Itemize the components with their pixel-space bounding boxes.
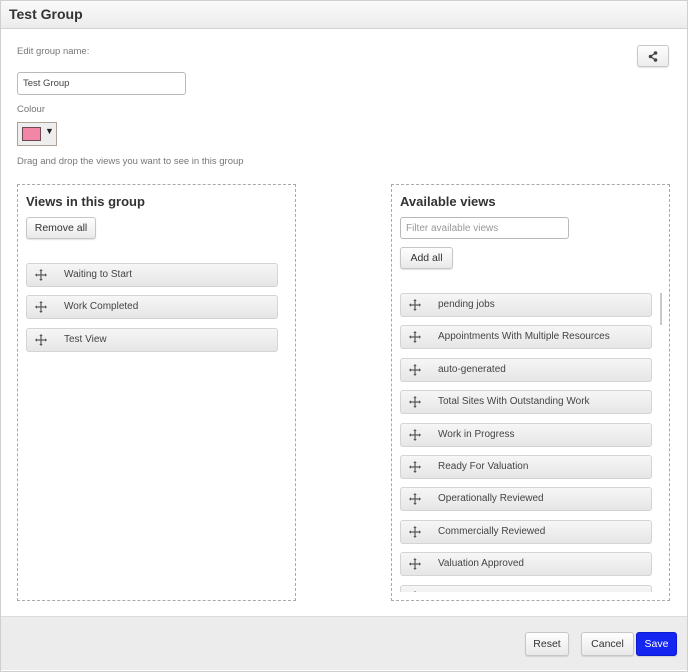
view-item[interactable] (400, 584, 652, 592)
colour-swatch (22, 127, 41, 141)
views-in-group-list: Waiting to Start Work Completed Test View (26, 263, 279, 360)
move-icon (409, 299, 421, 311)
view-item[interactable]: Operationally Reviewed (400, 487, 652, 512)
dialog-titlebar: Test Group (1, 1, 687, 29)
view-item-label: Commercially Reviewed (438, 525, 546, 537)
view-item[interactable]: Ready For Valuation (400, 454, 652, 479)
view-item-label: Ready For Valuation (438, 460, 529, 472)
view-item-label: Waiting to Start (64, 269, 132, 280)
view-item-label: Operationally Reviewed (438, 493, 544, 505)
move-icon (409, 363, 421, 376)
reset-button[interactable]: Reset (525, 632, 569, 656)
scrollbar-thumb[interactable] (660, 293, 662, 325)
view-item-label: pending jobs (438, 299, 495, 310)
available-views-panel[interactable]: Available views Add all pending jobs Appo… (391, 184, 670, 601)
views-in-group-panel[interactable]: Views in this group Remove all Waiting t… (17, 184, 296, 601)
view-item[interactable]: Total Sites With Outstanding Work (400, 390, 652, 415)
view-item-label: Test View (64, 333, 107, 345)
view-item[interactable]: pending jobs (400, 293, 652, 317)
move-icon (409, 525, 421, 538)
view-item[interactable]: Work Completed (26, 295, 278, 320)
move-icon (413, 590, 417, 592)
move-icon (409, 558, 421, 571)
remove-all-button[interactable]: Remove all (26, 217, 96, 239)
share-button[interactable] (637, 45, 669, 67)
view-item-label: Valuation Approved (438, 558, 524, 570)
view-item[interactable]: auto-generated (400, 357, 652, 382)
colour-picker[interactable]: ▼ (17, 122, 57, 146)
move-icon (409, 428, 421, 441)
dialog-title: Test Group (9, 6, 83, 22)
view-item[interactable]: Work in Progress (400, 422, 652, 447)
move-icon (409, 396, 421, 409)
available-views-scroll-area[interactable]: pending jobs Appointments With Multiple R… (400, 293, 662, 592)
view-item[interactable]: Valuation Approved (400, 552, 652, 577)
view-item-label: Work Completed (64, 301, 139, 313)
view-item[interactable]: Test View (26, 327, 278, 352)
group-name-label: Edit group name: (17, 46, 90, 57)
view-item-label: Appointments With Multiple Resources (438, 331, 610, 343)
available-views-title: Available views (400, 194, 496, 209)
move-icon (35, 301, 47, 314)
view-item-label: Total Sites With Outstanding Work (438, 396, 590, 408)
move-icon (409, 493, 421, 506)
dialog-footer: Reset Cancel Save (1, 616, 687, 670)
available-views-list: pending jobs Appointments With Multiple R… (400, 293, 653, 592)
move-icon (35, 269, 47, 281)
view-item[interactable]: Commercially Reviewed (400, 519, 652, 544)
view-item[interactable]: Waiting to Start (26, 263, 278, 287)
view-item-label: auto-generated (438, 363, 506, 375)
move-icon (409, 460, 421, 473)
move-icon (409, 331, 421, 344)
edit-group-dialog: Test Group Edit group name: Colour ▼ Dra… (0, 0, 688, 672)
share-icon (648, 51, 658, 62)
dropdown-arrow-icon: ▼ (45, 126, 54, 136)
add-all-button[interactable]: Add all (400, 247, 453, 269)
move-icon (35, 333, 47, 346)
filter-views-input[interactable] (400, 217, 569, 239)
view-item[interactable]: Appointments With Multiple Resources (400, 325, 652, 350)
instructions-text: Drag and drop the views you want to see … (17, 156, 244, 167)
view-item-label: Work in Progress (438, 428, 515, 440)
cancel-button[interactable]: Cancel (581, 632, 634, 656)
group-name-input[interactable] (17, 72, 186, 95)
views-in-group-title: Views in this group (26, 194, 145, 209)
save-button[interactable]: Save (636, 632, 677, 656)
colour-label: Colour (17, 104, 45, 115)
